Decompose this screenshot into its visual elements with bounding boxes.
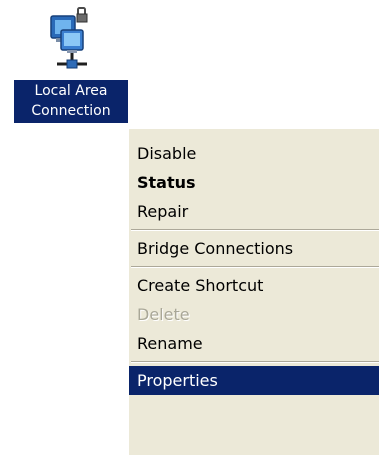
- menu-item-disable[interactable]: Disable: [129, 139, 379, 168]
- menu-item-rename[interactable]: Rename: [129, 329, 379, 358]
- desktop: Local Area Connection Disable Status Rep…: [0, 0, 379, 455]
- label-line-1: Local Area: [34, 83, 108, 99]
- menu-separator: [129, 226, 379, 234]
- menu-item-properties[interactable]: Properties: [129, 366, 379, 395]
- menu-separator: [129, 263, 379, 271]
- network-connection-icon: [47, 4, 95, 76]
- label-line-2: Connection: [31, 103, 111, 119]
- menu-item-create-shortcut[interactable]: Create Shortcut: [129, 271, 379, 300]
- menu-separator: [129, 358, 379, 366]
- menu-item-repair[interactable]: Repair: [129, 197, 379, 226]
- menu-item-bridge-connections[interactable]: Bridge Connections: [129, 234, 379, 263]
- context-menu: Disable Status Repair Bridge Connections…: [128, 128, 379, 455]
- context-menu-list: Disable Status Repair Bridge Connections…: [129, 139, 379, 395]
- local-area-connection-label: Local Area Connection: [14, 80, 128, 123]
- menu-item-status[interactable]: Status: [129, 168, 379, 197]
- local-area-connection-icon[interactable]: Local Area Connection: [14, 2, 128, 126]
- menu-item-delete: Delete: [137, 305, 190, 324]
